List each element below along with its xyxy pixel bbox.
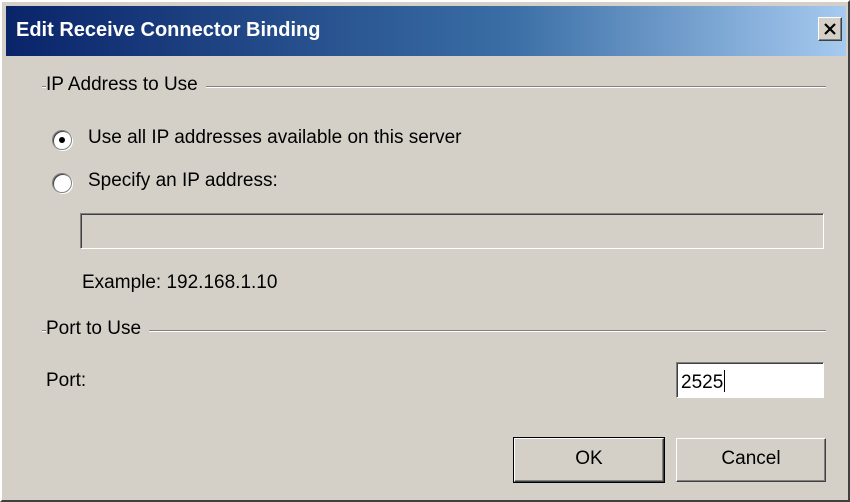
close-button[interactable] [818,17,842,41]
port-label: Port: [46,370,87,391]
radio-button-specify[interactable] [52,173,72,193]
port-input[interactable]: 2525 [676,362,824,398]
port-value-text: 2525 [681,372,724,393]
close-icon [824,23,836,35]
dialog-title: Edit Receive Connector Binding [16,19,321,41]
title-bar[interactable]: Edit Receive Connector Binding [6,6,846,56]
port-input-value: 2525 [681,370,726,394]
port-group-divider [42,330,826,332]
cancel-button[interactable]: Cancel [676,438,826,482]
radio-use-all-ips[interactable]: Use all IP addresses available on this s… [52,127,652,155]
text-caret [724,370,726,392]
edit-binding-dialog: Edit Receive Connector Binding IP Addres… [0,0,850,502]
ip-example-text: Example: 192.168.1.10 [82,272,278,293]
ip-group-label: IP Address to Use [46,74,206,96]
ip-address-input[interactable] [80,213,824,249]
radio-button-use-all[interactable] [52,130,72,150]
radio-specify-ip[interactable]: Specify an IP address: [52,170,452,198]
ok-button[interactable]: OK [513,437,665,483]
radio-label-use-all[interactable]: Use all IP addresses available on this s… [88,127,462,149]
port-group-label: Port to Use [46,318,150,340]
radio-selected-dot [59,137,65,143]
radio-label-specify[interactable]: Specify an IP address: [88,170,278,192]
